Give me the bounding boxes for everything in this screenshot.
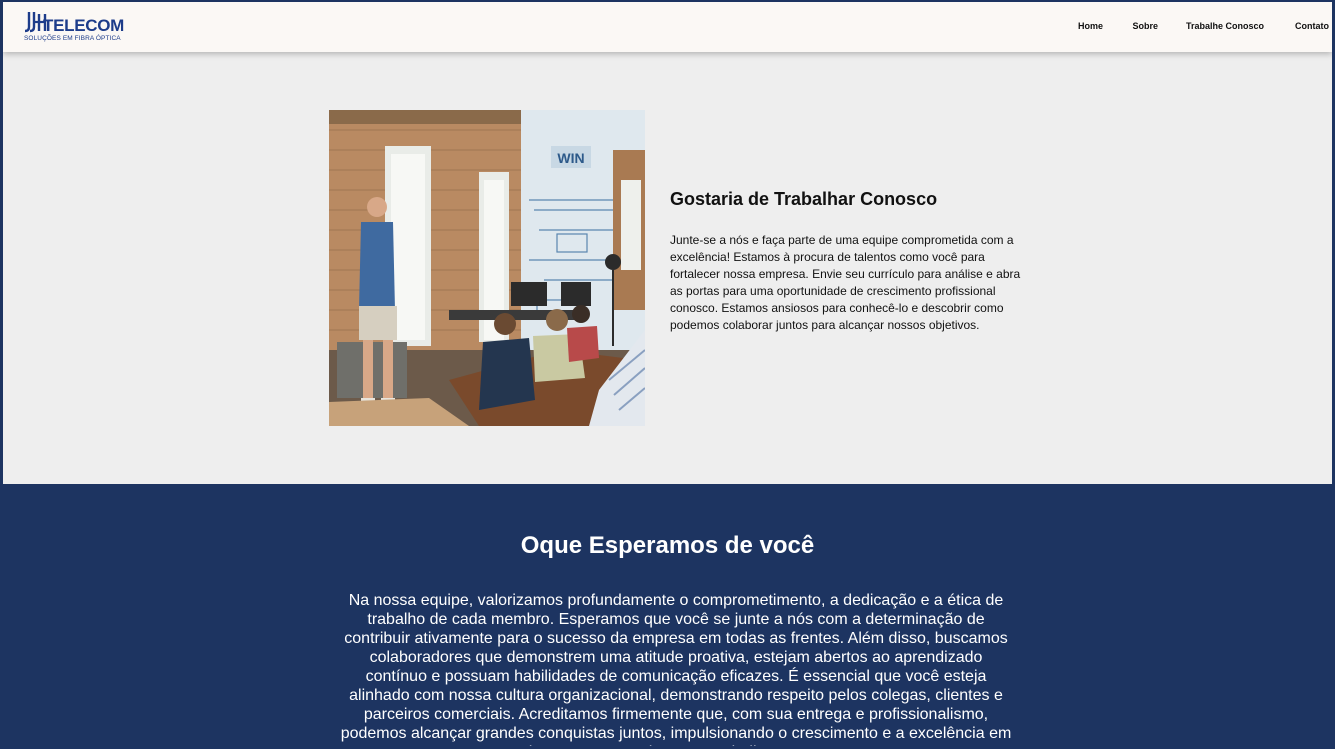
hero-description: Junte-se a nós e faça parte de uma equip… [670, 233, 1021, 332]
photo-win-sign: WIN [557, 150, 584, 166]
page: TELECOM SOLUÇÕES EM FIBRA ÓPTICA Home So… [0, 0, 1335, 749]
nav-sobre[interactable]: Sobre [1132, 21, 1158, 31]
nav-home[interactable]: Home [1078, 21, 1103, 31]
nav-contato[interactable]: Contato [1295, 21, 1329, 31]
expectations-section: Oque Esperamos de você Na nossa equipe, … [3, 484, 1332, 746]
logo-tagline: SOLUÇÕES EM FIBRA ÓPTICA [24, 35, 121, 42]
hero-title: Gostaria de Trabalhar Conosco [670, 189, 938, 209]
logo-text: TELECOM [43, 16, 125, 35]
expectations-description: Na nossa equipe, valorizamos profundamen… [340, 592, 1012, 746]
expectations-title: Oque Esperamos de você [520, 532, 815, 559]
team-meeting-photo: WIN [329, 110, 645, 426]
top-navbar: TELECOM SOLUÇÕES EM FIBRA ÓPTICA Home So… [3, 2, 1332, 52]
work-with-us-section: WIN Gostaria de Trabalhar Conosco Junte-… [3, 52, 1332, 484]
brand-logo[interactable]: TELECOM SOLUÇÕES EM FIBRA ÓPTICA [23, 10, 133, 46]
nav-trabalhe-conosco[interactable]: Trabalhe Conosco [1186, 21, 1264, 31]
